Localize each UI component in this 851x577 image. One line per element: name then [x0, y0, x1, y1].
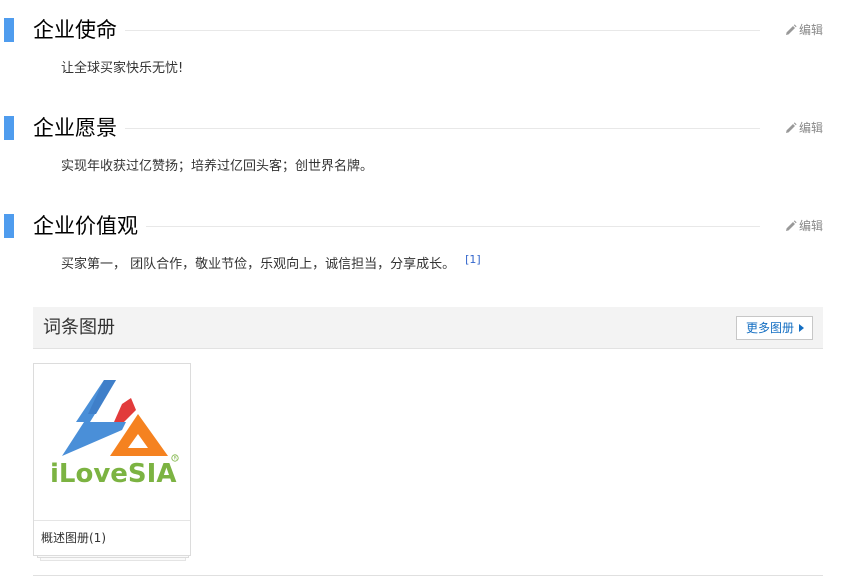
logo-text: iLoveSIA	[50, 459, 176, 489]
bottom-divider	[33, 575, 823, 576]
edit-label: 编辑	[798, 219, 823, 233]
edit-link[interactable]: 编辑	[785, 22, 823, 38]
section-bar	[4, 214, 14, 238]
section-text: 让全球买家快乐无忧!	[61, 61, 184, 76]
section-header: 企业愿景 编辑	[0, 113, 851, 143]
section-bar	[4, 116, 14, 140]
section-divider	[33, 30, 760, 31]
edit-label: 编辑	[798, 23, 823, 37]
ilovesia-logo: R iLoveSIA	[50, 380, 179, 489]
section-text: 买家第一， 团队合作，敬业节俭，乐观向上，诚信担当，分享成长。	[61, 257, 456, 272]
more-albums-label: 更多图册	[745, 321, 794, 335]
reference-link[interactable]: [1]	[465, 253, 481, 266]
album-cover-image[interactable]: R iLoveSIA	[34, 364, 190, 520]
section-header: 企业价值观 编辑	[0, 211, 851, 241]
section-values: 企业价值观 编辑 买家第一， 团队合作，敬业节俭，乐观向上，诚信担当，分享成长。…	[0, 211, 851, 272]
pencil-icon	[785, 220, 797, 232]
more-albums-button[interactable]: 更多图册	[735, 316, 813, 340]
pencil-icon	[785, 122, 797, 134]
pencil-icon	[785, 24, 797, 36]
section-title: 企业使命	[33, 15, 125, 45]
section-title: 企业愿景	[33, 113, 125, 143]
edit-link[interactable]: 编辑	[785, 218, 823, 234]
edit-label: 编辑	[798, 121, 823, 135]
album-header: 词条图册 更多图册	[33, 307, 823, 349]
section-text-wrap: 买家第一， 团队合作，敬业节俭，乐观向上，诚信担当，分享成长。 [1]	[61, 253, 481, 275]
album-title: 词条图册	[43, 317, 115, 338]
section-mission: 企业使命 编辑 让全球买家快乐无忧!	[0, 15, 851, 76]
album-card[interactable]: R iLoveSIA 概述图册(1)	[33, 363, 191, 556]
card-stack-shadow	[40, 558, 186, 561]
section-vision: 企业愿景 编辑 实现年收获过亿赞扬；培养过亿回头客；创世界名牌。	[0, 113, 851, 174]
section-title: 企业价值观	[33, 211, 146, 241]
section-text: 实现年收获过亿赞扬；培养过亿回头客；创世界名牌。	[61, 159, 374, 174]
section-header: 企业使命 编辑	[0, 15, 851, 45]
section-divider	[33, 128, 760, 129]
arrow-right-icon	[799, 317, 804, 339]
album-card-caption: 概述图册(1)	[34, 520, 190, 555]
section-bar	[4, 18, 14, 42]
edit-link[interactable]: 编辑	[785, 120, 823, 136]
